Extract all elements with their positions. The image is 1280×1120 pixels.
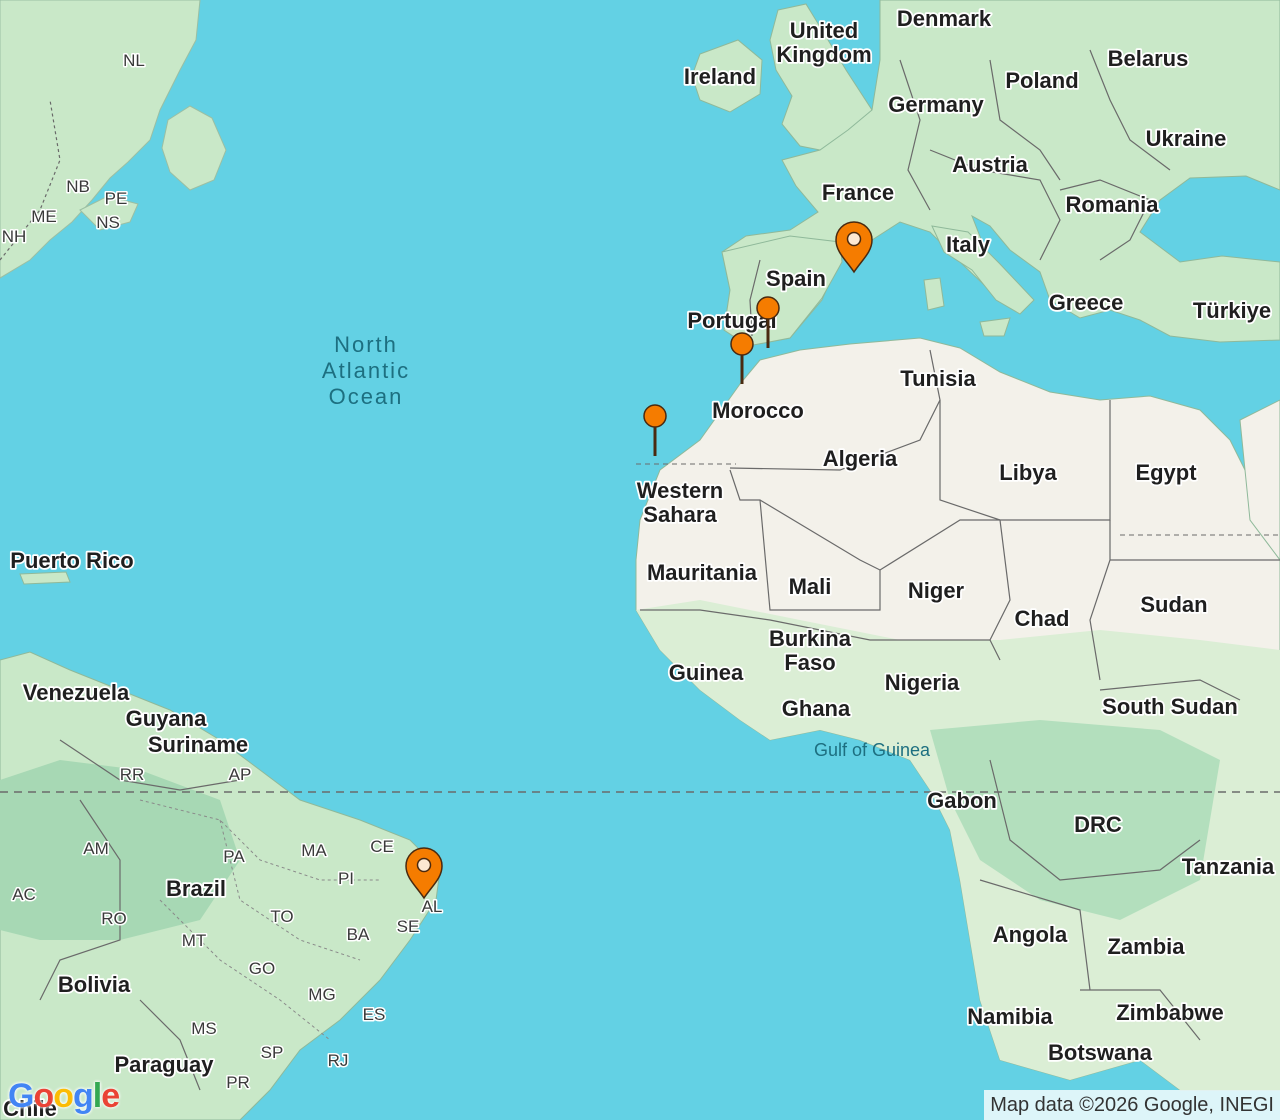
region-label-rj: RJ [328,1051,349,1070]
country-label-poland: Poland [1005,68,1078,93]
region-label-ma: MA [301,841,327,860]
country-label-namibia: Namibia [967,1004,1053,1029]
ocean-label-line-3: Ocean [329,384,404,409]
region-label-es: ES [363,1005,386,1024]
region-label-pi: PI [338,869,354,888]
region-label-ns: NS [96,213,120,232]
country-label-spain: Spain [766,266,826,291]
region-label-am: AM [83,839,109,858]
pin-center-dot [416,857,432,873]
country-label-ireland: Ireland [684,64,756,89]
region-label-ac: AC [12,885,36,904]
country-label-romania: Romania [1066,192,1160,217]
country-label-united-kingdom-1: United [790,18,858,43]
region-label-nl: NL [123,51,145,70]
country-label-france: France [822,180,894,205]
map-canvas[interactable]: North Atlantic Ocean Gulf of Guinea Unit… [0,0,1280,1120]
region-label-ap: AP [229,765,252,784]
country-label-puerto-rico: Puerto Rico [10,548,133,573]
country-label-tanzania: Tanzania [1182,854,1275,879]
country-label-egypt: Egypt [1135,460,1197,485]
country-label-botswana: Botswana [1048,1040,1153,1065]
country-label-morocco: Morocco [712,398,804,423]
country-label-turkiye: Türkiye [1193,298,1271,323]
pushpin-icon [643,404,667,428]
country-label-guinea: Guinea [669,660,744,685]
landmass-puerto-rico [19,571,71,585]
region-label-mg: MG [308,985,335,1004]
pushpin-icon [730,332,754,356]
country-label-nigeria: Nigeria [885,670,960,695]
country-label-suriname: Suriname [148,732,248,757]
region-label-al: AL [422,897,443,916]
region-label-ba: BA [347,925,370,944]
region-label-ce: CE [370,837,394,856]
region-label-go: GO [249,959,275,978]
region-label-rr: RR [120,765,145,784]
region-label-ro: RO [101,909,127,928]
country-label-western-sahara-2: Sahara [643,502,717,527]
region-label-sp: SP [261,1043,284,1062]
country-label-ghana: Ghana [782,696,851,721]
country-label-united-kingdom-2: Kingdom [776,42,871,67]
region-label-to: TO [270,907,293,926]
country-label-greece: Greece [1049,290,1124,315]
country-label-south-sudan: South Sudan [1102,694,1238,719]
region-label-me: ME [31,207,57,226]
google-logo: Google [8,1077,120,1115]
country-label-zambia: Zambia [1107,934,1185,959]
pin-center-dot [846,231,862,247]
country-label-zimbabwe: Zimbabwe [1116,1000,1224,1025]
country-label-angola: Angola [993,922,1068,947]
region-label-mt: MT [182,931,207,950]
region-label-pr: PR [226,1073,250,1092]
country-label-denmark: Denmark [897,6,992,31]
country-label-ukraine: Ukraine [1146,126,1227,151]
country-label-guyana: Guyana [126,706,207,731]
country-label-italy: Italy [946,232,991,257]
country-label-mauritania: Mauritania [647,560,758,585]
country-label-paraguay: Paraguay [114,1052,214,1077]
region-label-nh: NH [2,227,27,246]
country-label-burkina-faso-1: Burkina [769,626,852,651]
country-label-tunisia: Tunisia [900,366,976,391]
country-label-burkina-faso-2: Faso [784,650,835,675]
map-attribution[interactable]: Map data ©2026 Google, INEGI [984,1090,1280,1120]
region-label-se: SE [397,917,420,936]
country-label-algeria: Algeria [823,446,898,471]
gulf-label: Gulf of Guinea [814,740,931,760]
ocean-label-line-2: Atlantic [322,358,410,383]
pushpin-icon [756,296,780,320]
ocean-label-line-1: North [334,332,398,357]
region-label-pe: PE [105,189,128,208]
country-label-mali: Mali [789,574,832,599]
country-label-western-sahara-1: Western [637,478,723,503]
landmass-sardinia [923,277,945,311]
country-label-libya: Libya [999,460,1057,485]
country-label-brazil: Brazil [166,876,226,901]
country-label-chad: Chad [1015,606,1070,631]
country-label-austria: Austria [952,152,1029,177]
country-label-drc: DRC [1074,812,1122,837]
country-label-niger: Niger [908,578,965,603]
region-label-pa: PA [223,847,245,866]
country-label-bolivia: Bolivia [58,972,131,997]
country-label-sudan: Sudan [1140,592,1207,617]
region-label-ms: MS [191,1019,217,1038]
region-label-nb: NB [66,177,90,196]
country-label-gabon: Gabon [927,788,997,813]
country-label-germany: Germany [888,92,984,117]
country-label-belarus: Belarus [1108,46,1189,71]
country-label-venezuela: Venezuela [23,680,130,705]
